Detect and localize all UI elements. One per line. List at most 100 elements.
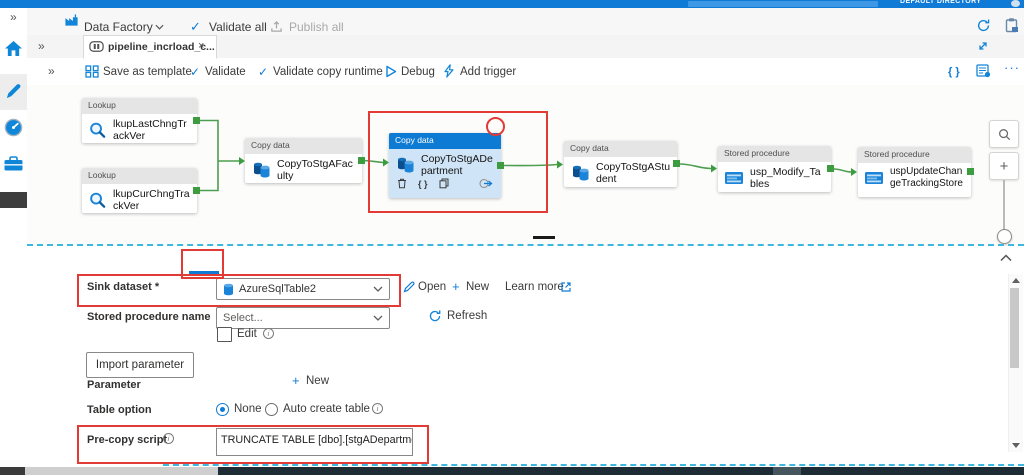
output-port[interactable] <box>358 157 365 164</box>
refresh-circle-icon <box>428 309 442 323</box>
scroll-down-icon[interactable] <box>1012 443 1020 448</box>
panel-resize-handle[interactable] <box>27 244 1024 246</box>
author-pencil-icon[interactable] <box>4 82 23 101</box>
bottom-strip-dark-left <box>0 467 25 475</box>
zoom-in-button[interactable]: + <box>989 152 1019 180</box>
output-port[interactable] <box>827 165 834 172</box>
add-trigger-button[interactable]: Add trigger <box>460 66 516 78</box>
data-factory-icon <box>64 13 79 28</box>
refresh-button[interactable]: Refresh <box>447 310 487 322</box>
validate-check-icon: ✓ <box>190 65 201 79</box>
annotation-box-selected-node <box>368 111 548 213</box>
node-type-label: Lookup <box>82 168 197 184</box>
stored-procedure-label: Stored procedure name <box>87 311 211 323</box>
validate-all-button[interactable]: Validate all <box>209 20 267 34</box>
open-pencil-icon <box>403 281 415 293</box>
info-icon[interactable]: i <box>263 328 274 339</box>
new-parameter-button[interactable]: New <box>306 375 329 387</box>
info-icon[interactable]: i <box>372 403 383 414</box>
import-parameter-button[interactable]: Import parameter <box>86 352 194 378</box>
chevron-down-icon <box>373 315 383 321</box>
tab-close-icon[interactable]: × <box>198 40 204 52</box>
annotation-box-pre-copy <box>77 425 429 464</box>
validate-all-icon: ✓ <box>190 19 201 34</box>
node-name: lkupCurChngTrackVer <box>113 188 190 213</box>
scroll-up-icon[interactable] <box>1012 278 1020 283</box>
pipeline-node-sp-modify[interactable]: Stored procedure usp_Modify_Tables <box>718 146 831 192</box>
home-icon[interactable] <box>4 40 23 57</box>
save-as-template-button[interactable]: Save as template <box>103 66 192 78</box>
bottom-strip-light <box>25 467 218 475</box>
pipeline-node-sp-update[interactable]: Stored procedure uspUpdateChangeTracking… <box>858 147 971 197</box>
edit-checkbox[interactable] <box>217 327 232 342</box>
expand-diagonal-icon[interactable] <box>977 40 989 52</box>
app-name: Data Factory <box>84 20 153 34</box>
settings-list-icon[interactable] <box>976 64 991 78</box>
node-name: lkupLastChngTrackVer <box>113 118 187 143</box>
pipeline-node-lookup-last[interactable]: Lookup lkupLastChngTrackVer <box>82 98 197 143</box>
monitor-gauge-icon[interactable] <box>4 118 23 137</box>
refresh-icon[interactable] <box>976 18 991 33</box>
app-window: DEFAULT DIRECTORY » Data Factory ✓ Valid… <box>0 0 1024 475</box>
radio-auto-label: Auto create table <box>283 403 370 415</box>
avatar[interactable] <box>1011 0 1020 7</box>
node-name: CopyToStgAFaculty <box>277 158 353 183</box>
publish-all-button[interactable]: Publish all <box>289 20 344 34</box>
annotation-box-sink-dataset <box>77 274 401 307</box>
plus-icon: + <box>452 279 460 294</box>
editor-tab-bar: » pipeline_incrload_c... × ··· <box>27 35 1024 59</box>
node-type-label: Stored procedure <box>858 147 971 163</box>
node-name: CopyToStgAStudent <box>596 161 671 186</box>
bottom-resize-handle[interactable] <box>163 464 1024 466</box>
stored-procedure-dropdown[interactable]: Select... <box>216 307 390 329</box>
pipeline-node-lookup-cur[interactable]: Lookup lkupCurChngTrackVer <box>82 168 197 213</box>
panel-collapse-icon[interactable] <box>1000 254 1012 262</box>
stored-procedure-icon <box>864 170 884 186</box>
code-view-icon[interactable]: { } <box>948 66 960 78</box>
radio-none-label: None <box>234 403 262 415</box>
stored-procedure-icon <box>724 170 744 186</box>
output-port[interactable] <box>193 187 200 194</box>
pipeline-node-copy-student[interactable]: Copy data CopyToStgAStudent <box>564 141 677 187</box>
canvas-search-button[interactable] <box>989 120 1019 148</box>
chevron-down-icon[interactable] <box>155 24 164 30</box>
annotation-circle <box>486 117 505 136</box>
zoom-slider-handle[interactable] <box>997 229 1012 244</box>
bottom-strip-dark <box>218 467 1024 475</box>
directory-label: DEFAULT DIRECTORY <box>900 0 982 5</box>
canvas-artifact-dash <box>533 236 555 239</box>
open-button[interactable]: Open <box>418 281 446 293</box>
edit-label: Edit <box>237 328 257 340</box>
panel-scrollbar-thumb[interactable] <box>1010 288 1019 368</box>
toolbar-more-icon[interactable]: ··· <box>1004 60 1020 75</box>
radio-auto-create[interactable] <box>265 403 278 416</box>
output-port[interactable] <box>967 168 974 175</box>
validate-button[interactable]: Validate <box>205 66 246 78</box>
external-link-icon <box>561 282 571 292</box>
node-type-label: Copy data <box>245 138 362 154</box>
toolbar-expand-icon[interactable]: » <box>48 64 55 78</box>
validate-copy-runtime-button[interactable]: Validate copy runtime <box>273 66 383 78</box>
tab-pipeline[interactable]: pipeline_incrload_c... × <box>83 35 217 59</box>
clipboard-icon[interactable] <box>1004 17 1019 33</box>
sidebar-expand-icon[interactable]: » <box>10 10 17 24</box>
plus-icon: + <box>292 373 300 388</box>
pipeline-node-copy-faculty[interactable]: Copy data CopyToStgAFaculty <box>245 138 362 183</box>
new-dataset-button[interactable]: New <box>466 281 489 293</box>
tabs-expand-icon[interactable]: » <box>38 39 45 53</box>
manage-toolbox-icon[interactable] <box>3 154 24 172</box>
copy-data-icon <box>251 161 271 179</box>
debug-button[interactable]: Debug <box>401 66 435 78</box>
learn-more-link[interactable]: Learn more <box>505 281 564 293</box>
copy-data-icon <box>570 164 590 182</box>
node-name: uspUpdateChangeTrackingStore <box>890 166 963 189</box>
top-search-box[interactable] <box>688 1 878 7</box>
output-port[interactable] <box>193 117 200 124</box>
radio-none[interactable] <box>216 403 229 416</box>
output-port[interactable] <box>673 160 680 167</box>
stored-procedure-placeholder: Select... <box>223 312 263 324</box>
zoom-slider-track[interactable] <box>1003 180 1005 232</box>
lookup-icon <box>88 121 107 140</box>
parameter-label: Parameter <box>87 379 141 391</box>
node-type-label: Lookup <box>82 98 197 114</box>
